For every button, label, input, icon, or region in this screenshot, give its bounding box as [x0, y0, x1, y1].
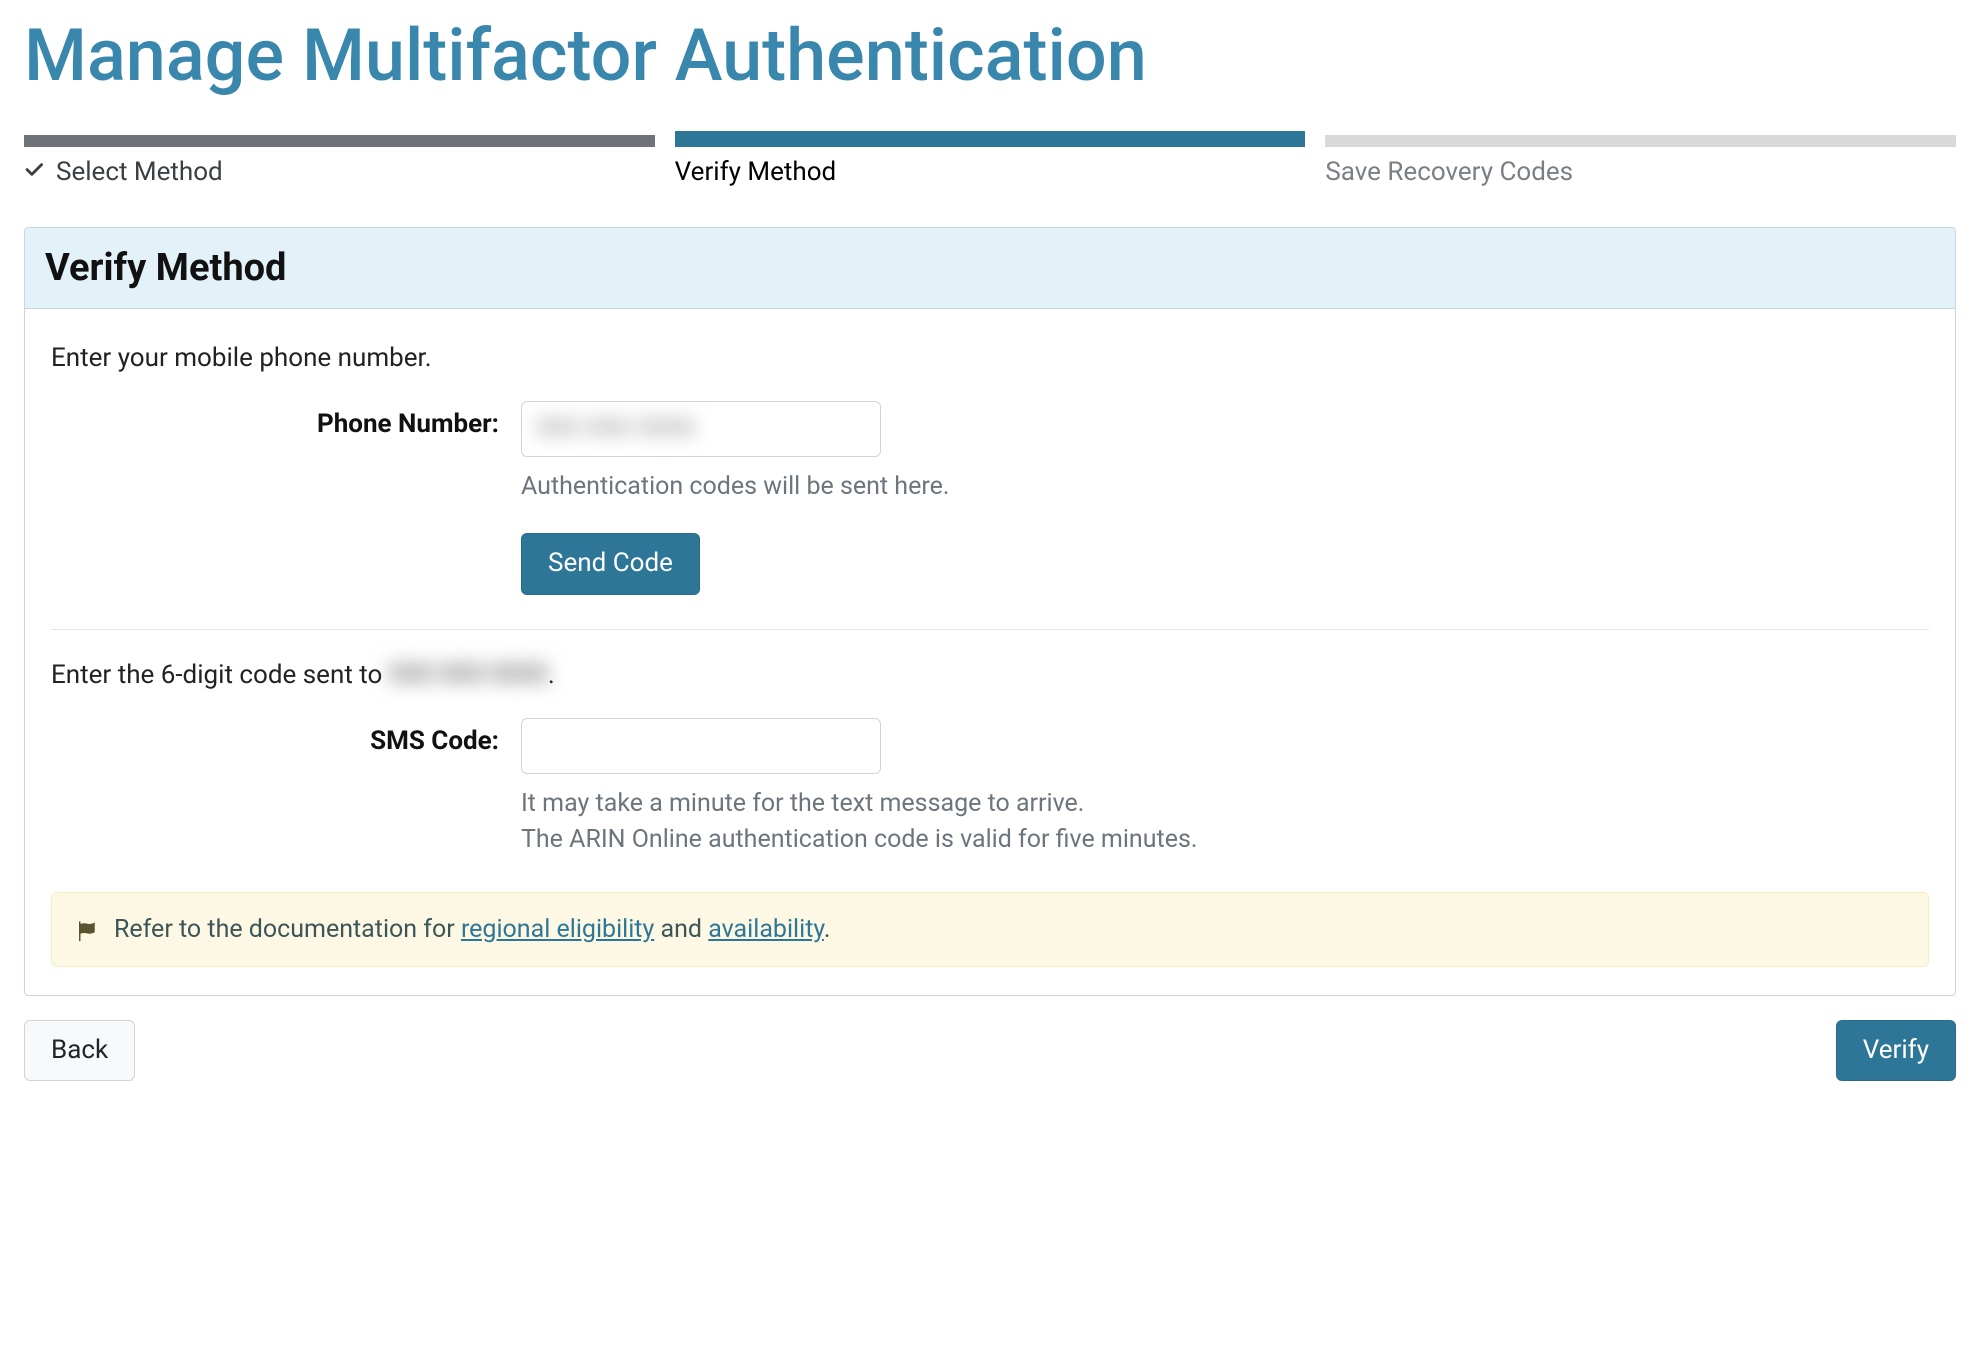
- sms-code-row: SMS Code: It may take a minute for the t…: [51, 718, 1929, 859]
- panel-title: Verify Method: [45, 246, 1935, 290]
- send-code-button[interactable]: Send Code: [521, 533, 700, 594]
- panel-body: Enter your mobile phone number. Phone Nu…: [25, 309, 1955, 995]
- phone-instruction: Enter your mobile phone number.: [51, 343, 1929, 373]
- panel-header: Verify Method: [25, 228, 1955, 309]
- step-verify-method: Verify Method: [675, 135, 1306, 187]
- step-text: Select Method: [56, 157, 223, 187]
- step-label: Save Recovery Codes: [1325, 157, 1956, 187]
- sms-code-input[interactable]: [521, 718, 881, 774]
- step-select-method: Select Method: [24, 135, 655, 187]
- code-instruction-suffix: .: [548, 660, 555, 690]
- step-bar: [675, 131, 1306, 147]
- phone-help: Authentication codes will be sent here.: [521, 469, 1929, 505]
- phone-number-field[interactable]: 999 999 9999: [521, 401, 881, 457]
- sms-help-line2: The ARIN Online authentication code is v…: [521, 825, 1197, 854]
- footer-actions: Back Verify: [24, 1020, 1956, 1081]
- sms-help: It may take a minute for the text messag…: [521, 786, 1929, 859]
- phone-row: Phone Number: 999 999 9999 Authenticatio…: [51, 401, 1929, 505]
- eligibility-alert: Refer to the documentation for regional …: [51, 892, 1929, 967]
- sms-help-line1: It may take a minute for the text messag…: [521, 789, 1084, 818]
- check-icon: [24, 161, 46, 183]
- phone-value-masked: 999 999 9999: [536, 414, 695, 444]
- regional-eligibility-link[interactable]: regional eligibility: [461, 915, 654, 944]
- step-label: Select Method: [24, 157, 655, 187]
- send-row: Send Code: [51, 533, 1929, 594]
- alert-text: Refer to the documentation for regional …: [114, 915, 831, 944]
- flag-icon: [76, 918, 100, 942]
- page-title: Manage Multifactor Authentication: [24, 16, 1956, 95]
- progress-stepper: Select Method Verify Method Save Recover…: [24, 135, 1956, 187]
- verify-panel: Verify Method Enter your mobile phone nu…: [24, 227, 1956, 996]
- section-divider: [51, 629, 1929, 630]
- alert-suffix: .: [824, 915, 831, 944]
- step-bar: [1325, 135, 1956, 147]
- sms-code-label: SMS Code:: [51, 718, 521, 756]
- step-text: Verify Method: [675, 157, 837, 187]
- step-save-recovery: Save Recovery Codes: [1325, 135, 1956, 187]
- phone-label: Phone Number:: [51, 401, 521, 439]
- step-text: Save Recovery Codes: [1325, 157, 1573, 187]
- alert-prefix: Refer to the documentation for: [114, 915, 461, 944]
- availability-link[interactable]: availability: [708, 915, 824, 944]
- alert-middle: and: [654, 915, 708, 944]
- verify-button[interactable]: Verify: [1836, 1020, 1956, 1081]
- back-button[interactable]: Back: [24, 1020, 135, 1081]
- code-instruction-masked: 999 999 9999: [389, 660, 548, 690]
- code-instruction: Enter the 6-digit code sent to 999 999 9…: [51, 660, 1929, 690]
- step-label: Verify Method: [675, 157, 1306, 187]
- step-bar: [24, 135, 655, 147]
- code-instruction-prefix: Enter the 6-digit code sent to: [51, 660, 389, 690]
